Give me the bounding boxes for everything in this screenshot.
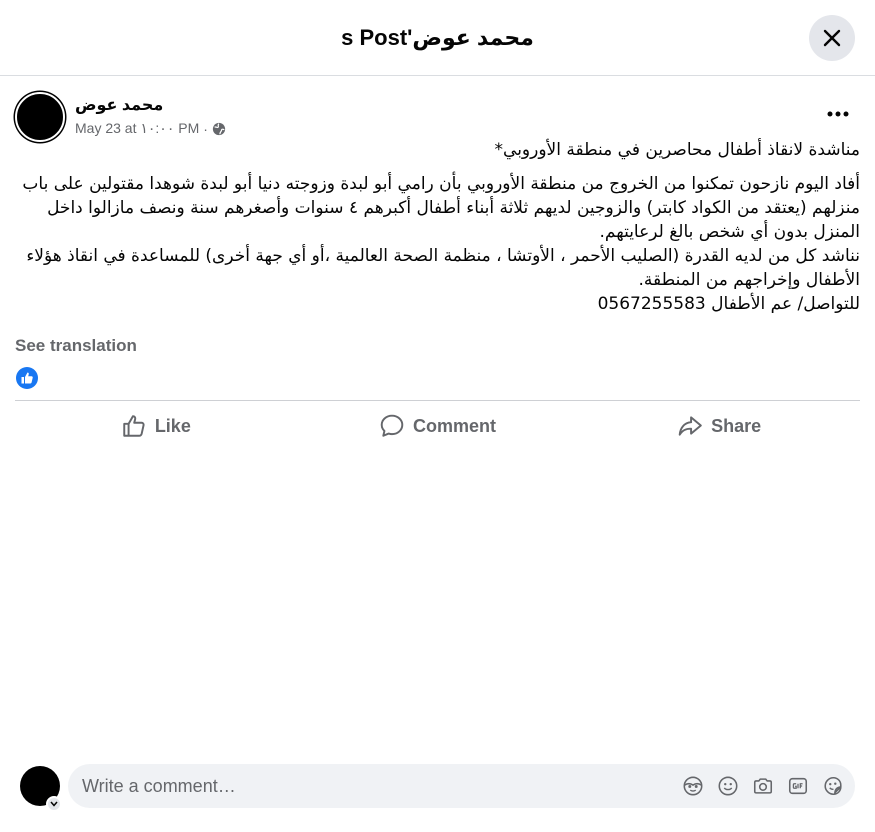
actions-divider — [15, 400, 860, 401]
globe-icon[interactable] — [212, 122, 226, 136]
post-actions: Like Comment Share — [15, 405, 860, 447]
avatar-sticker-icon — [683, 776, 702, 796]
post-timestamp[interactable]: May 23 at ١٠:٠٠ PM — [75, 120, 199, 137]
sticker-icon — [823, 776, 842, 796]
gif-button[interactable] — [785, 774, 810, 799]
post-paragraph-2: نناشد كل من لديه القدرة (الصليب الأحمر ،… — [26, 246, 860, 290]
avatar-sticker-button[interactable] — [680, 774, 705, 799]
see-translation-link[interactable]: See translation — [15, 336, 137, 356]
comment-composer — [20, 762, 856, 812]
emoji-icon — [718, 776, 737, 796]
emoji-button[interactable] — [715, 774, 740, 799]
dialog-title: محمد عوض's Post — [341, 24, 534, 50]
post-title-line: مناشدة لانقاذ أطفال محاصرين في منطقة الأ… — [494, 140, 860, 160]
dialog-header: محمد عوض's Post — [0, 0, 875, 76]
comment-input-wrap — [68, 764, 855, 808]
like-reaction-icon[interactable] — [15, 366, 39, 390]
share-label: Share — [711, 415, 762, 436]
profile-switch-button[interactable] — [46, 796, 62, 812]
chevron-down-icon — [50, 801, 58, 807]
comment-icon — [380, 414, 404, 437]
comment-button[interactable]: Comment — [297, 405, 579, 447]
post-paragraph-1: أفاد اليوم نازحون تمكنوا من الخروج من من… — [22, 174, 860, 242]
comment-input[interactable] — [68, 775, 680, 797]
post-contact-line: للتواصل/ عم الأطفال 0567255583 — [597, 294, 860, 314]
gif-icon — [788, 777, 807, 795]
author-avatar[interactable] — [15, 92, 65, 142]
author-name[interactable]: محمد عوض — [75, 95, 163, 115]
close-icon — [823, 29, 841, 47]
like-label: Like — [154, 415, 191, 436]
camera-icon — [753, 778, 772, 794]
thumbs-up-icon — [123, 415, 145, 437]
sticker-button[interactable] — [820, 774, 845, 799]
comment-tools — [680, 774, 855, 799]
close-button[interactable] — [809, 15, 855, 61]
share-icon — [678, 416, 702, 436]
more-options-button[interactable] — [818, 102, 858, 126]
post-meta: May 23 at ١٠:٠٠ PM · — [75, 120, 226, 137]
more-dots-icon — [827, 111, 849, 117]
meta-separator: · — [203, 120, 208, 137]
post-text: مناشدة لانقاذ أطفال محاصرين في منطقة الأ… — [15, 138, 860, 316]
like-button[interactable]: Like — [15, 405, 297, 447]
share-button[interactable]: Share — [578, 405, 860, 447]
photo-button[interactable] — [750, 774, 775, 799]
post-header: محمد عوض May 23 at ١٠:٠٠ PM · — [15, 92, 860, 144]
comment-label: Comment — [413, 415, 497, 436]
